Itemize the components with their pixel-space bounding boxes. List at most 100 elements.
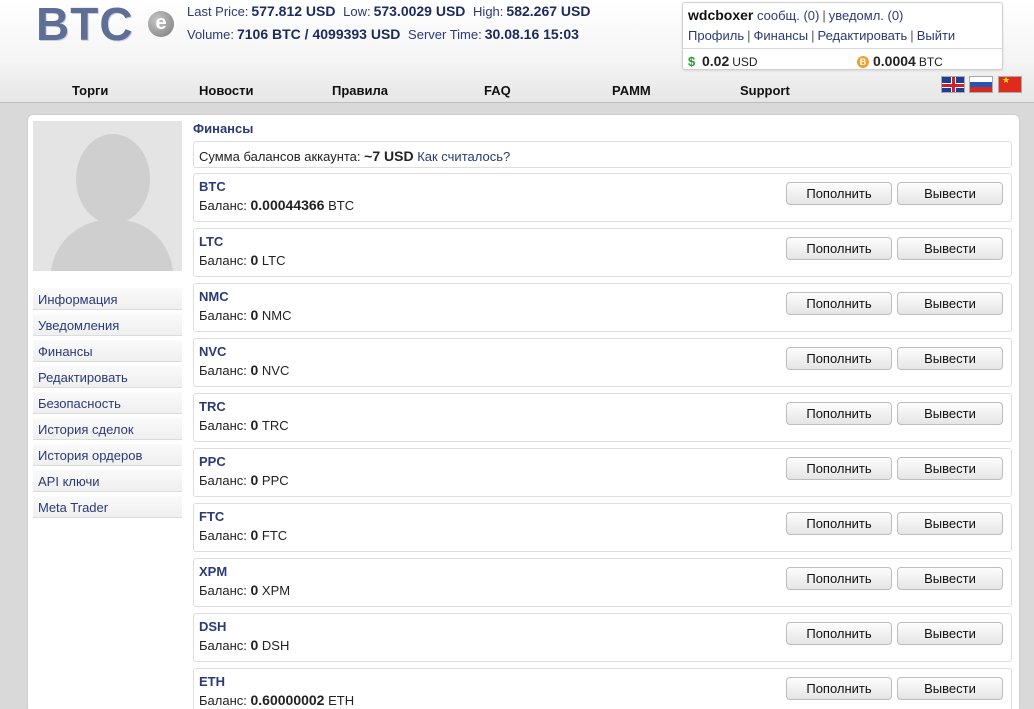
sidebar-item-api-keys[interactable]: API ключи bbox=[33, 470, 182, 492]
balance-unit: NMC bbox=[261, 308, 292, 323]
site-logo[interactable]: BTC e bbox=[36, 1, 176, 47]
nav-pamm[interactable]: PAMM bbox=[612, 83, 651, 98]
withdraw-button[interactable]: Вывести bbox=[897, 347, 1003, 370]
sum-value: ~7 USD bbox=[364, 148, 414, 164]
header: BTC e Last Price: 577.812 USD Low: 573.002… bbox=[0, 0, 1034, 103]
flag-ru-icon[interactable] bbox=[969, 76, 993, 93]
sum-explain-link[interactable]: Как считалось? bbox=[417, 149, 510, 164]
currency-balance: Баланс: 0 NVC bbox=[199, 362, 289, 378]
last-price-value: 577.812 USD bbox=[251, 3, 336, 19]
profile-link[interactable]: Профиль bbox=[688, 28, 744, 43]
balance-label: Баланс: bbox=[199, 363, 247, 378]
balance-unit: XPM bbox=[261, 583, 291, 598]
currency-row: DSH Баланс: 0 DSH Пополнить Вывести bbox=[193, 613, 1012, 662]
username[interactable]: wdcboxer bbox=[688, 7, 753, 23]
page-container: Информация Уведомления Финансы Редактиро… bbox=[27, 114, 1020, 709]
separator: | bbox=[747, 28, 751, 43]
currency-row: ETH Баланс: 0.60000002 ETH Пополнить Вывест… bbox=[193, 668, 1012, 709]
balance-unit: BTC bbox=[328, 198, 355, 213]
sidebar-item-meta-trader[interactable]: Meta Trader bbox=[33, 496, 182, 518]
nav-trading[interactable]: Торги bbox=[72, 83, 108, 98]
logout-link[interactable]: Выйти bbox=[917, 28, 956, 43]
deposit-button[interactable]: Пополнить bbox=[786, 402, 892, 425]
balance-value: 0 bbox=[250, 637, 259, 653]
sidebar-item-info[interactable]: Информация bbox=[33, 288, 182, 310]
usd-balance-unit: USD bbox=[732, 55, 758, 69]
withdraw-button[interactable]: Вывести bbox=[897, 292, 1003, 315]
sidebar-item-security[interactable]: Безопасность bbox=[33, 392, 182, 414]
flag-uk-icon[interactable] bbox=[941, 76, 965, 93]
currency-row: BTC Баланс: 0.00044366 BTC Пополнить Вывест… bbox=[193, 173, 1012, 222]
deposit-button[interactable]: Пополнить bbox=[786, 677, 892, 700]
deposit-button[interactable]: Пополнить bbox=[786, 622, 892, 645]
last-price-label: Last Price: bbox=[187, 4, 249, 19]
sidebar-menu: Информация Уведомления Финансы Редактиро… bbox=[33, 288, 182, 522]
balance-label: Баланс: bbox=[199, 418, 247, 433]
currency-row: FTC Баланс: 0 FTC Пополнить Вывести bbox=[193, 503, 1012, 552]
balance-value: 0 bbox=[250, 362, 259, 378]
dollar-icon: $ bbox=[688, 54, 696, 69]
currency-row: NMC Баланс: 0 NMC Пополнить Вывести bbox=[193, 283, 1012, 332]
currency-row: XPM Баланс: 0 XPM Пополнить Вывести bbox=[193, 558, 1012, 607]
sidebar-item-trade-history[interactable]: История сделок bbox=[33, 418, 182, 440]
low-label: Low: bbox=[343, 4, 371, 19]
balance-value: 0.60000002 bbox=[250, 692, 325, 708]
deposit-button[interactable]: Пополнить bbox=[786, 237, 892, 260]
balance-value: 0 bbox=[250, 582, 259, 598]
balance-value: 0 bbox=[250, 252, 259, 268]
balance-unit: FTC bbox=[261, 528, 288, 543]
withdraw-button[interactable]: Вывести bbox=[897, 237, 1003, 260]
currency-row: PPC Баланс: 0 PPC Пополнить Вывести bbox=[193, 448, 1012, 497]
currency-code: PPC bbox=[199, 454, 226, 469]
withdraw-button[interactable]: Вывести bbox=[897, 512, 1003, 535]
deposit-button[interactable]: Пополнить bbox=[786, 292, 892, 315]
sidebar-item-order-history[interactable]: История ордеров bbox=[33, 444, 182, 466]
high-label: High: bbox=[473, 4, 504, 19]
withdraw-button[interactable]: Вывести bbox=[897, 677, 1003, 700]
usd-balance: $0.02 USD bbox=[688, 53, 758, 69]
currency-code: NMC bbox=[199, 289, 229, 304]
withdraw-button[interactable]: Вывести bbox=[897, 182, 1003, 205]
deposit-button[interactable]: Пополнить bbox=[786, 512, 892, 535]
balance-label: Баланс: bbox=[199, 638, 247, 653]
nav-support[interactable]: Support bbox=[740, 83, 790, 98]
messages-link[interactable]: сообщ. (0) bbox=[757, 8, 819, 23]
sidebar-item-finances[interactable]: Финансы bbox=[33, 340, 182, 362]
balance-value: 0 bbox=[250, 417, 259, 433]
balance-unit: LTC bbox=[261, 253, 286, 268]
finances-link[interactable]: Финансы bbox=[754, 28, 809, 43]
currency-row: TRC Баланс: 0 TRC Пополнить Вывести bbox=[193, 393, 1012, 442]
separator: | bbox=[811, 28, 815, 43]
currency-balance: Баланс: 0.60000002 ETH bbox=[199, 692, 354, 708]
user-silhouette-icon bbox=[33, 121, 182, 271]
currency-balance: Баланс: 0 DSH bbox=[199, 637, 289, 653]
nav-news[interactable]: Новости bbox=[199, 83, 254, 98]
currency-balance: Баланс: 0 TRC bbox=[199, 417, 289, 433]
currency-code: NVC bbox=[199, 344, 227, 359]
edit-link[interactable]: Редактировать bbox=[817, 28, 907, 43]
balance-label: Баланс: bbox=[199, 198, 247, 213]
notifications-link[interactable]: уведомл. (0) bbox=[829, 8, 904, 23]
nav-rules[interactable]: Правила bbox=[332, 83, 388, 98]
deposit-button[interactable]: Пополнить bbox=[786, 457, 892, 480]
withdraw-button[interactable]: Вывести bbox=[897, 567, 1003, 590]
currency-code: ETH bbox=[199, 674, 225, 689]
balance-unit: TRC bbox=[261, 418, 289, 433]
logo-badge: e bbox=[148, 11, 174, 37]
flag-cn-icon[interactable] bbox=[998, 75, 1022, 93]
currency-code: XPM bbox=[199, 564, 228, 579]
balance-label: Баланс: bbox=[199, 583, 247, 598]
deposit-button[interactable]: Пополнить bbox=[786, 182, 892, 205]
sum-label: Сумма балансов аккаунта: bbox=[199, 149, 361, 164]
deposit-button[interactable]: Пополнить bbox=[786, 347, 892, 370]
deposit-button[interactable]: Пополнить bbox=[786, 567, 892, 590]
sidebar-item-notifications[interactable]: Уведомления bbox=[33, 314, 182, 336]
nav-faq[interactable]: FAQ bbox=[484, 83, 511, 98]
separator: | bbox=[910, 28, 914, 43]
balance-bar: $0.02 USD B 0.0004 BTC bbox=[683, 48, 1002, 70]
sidebar-item-edit[interactable]: Редактировать bbox=[33, 366, 182, 388]
withdraw-button[interactable]: Вывести bbox=[897, 402, 1003, 425]
withdraw-button[interactable]: Вывести bbox=[897, 457, 1003, 480]
withdraw-button[interactable]: Вывести bbox=[897, 622, 1003, 645]
server-time-value: 30.08.16 15:03 bbox=[484, 26, 579, 42]
